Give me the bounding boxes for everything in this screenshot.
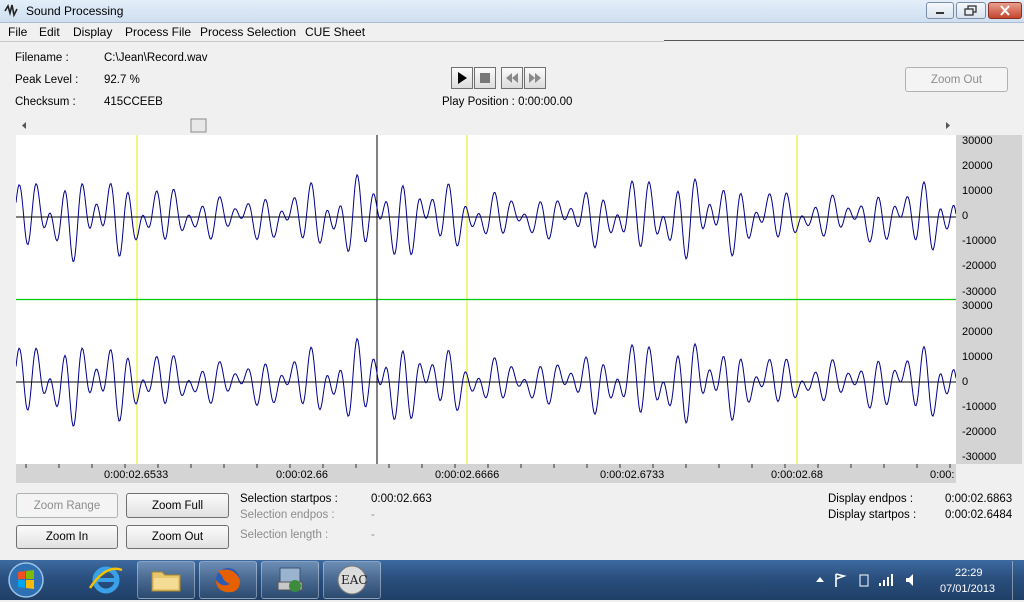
checksum-value: 415CCEEB bbox=[104, 96, 163, 108]
menu-process-selection[interactable]: Process Selection bbox=[200, 25, 296, 39]
display-start-value: 0:00:02.6484 bbox=[945, 509, 1013, 521]
time-tick-label: 0:00: bbox=[930, 469, 955, 481]
time-tick-label: 0:00:02.68 bbox=[771, 469, 823, 481]
zoom-in-button[interactable]: Zoom In bbox=[16, 525, 118, 549]
taskbar-ie[interactable] bbox=[78, 562, 134, 598]
y-tick-label: 20000 bbox=[962, 160, 993, 172]
y-tick-label: -30000 bbox=[962, 451, 997, 463]
clock-date[interactable]: 07/01/2013 bbox=[940, 583, 995, 595]
show-hidden-icons-icon bbox=[816, 577, 824, 582]
menu-separator-right bbox=[664, 40, 1024, 41]
display-start-label: Display startpos : bbox=[828, 509, 917, 521]
time-tick-label: 0:00:02.66 bbox=[276, 469, 328, 481]
time-tick-label: 0:00:02.6733 bbox=[600, 469, 665, 481]
display-end-label: Display endpos : bbox=[828, 493, 914, 505]
selection-end-value: - bbox=[371, 509, 375, 521]
menu-process-file[interactable]: Process File bbox=[125, 25, 191, 39]
checksum-label: Checksum : bbox=[15, 96, 76, 108]
action-center-flag-icon bbox=[835, 573, 847, 587]
y-tick-label: -20000 bbox=[962, 260, 997, 272]
zoom-full-button[interactable]: Zoom Full bbox=[126, 493, 229, 518]
scrollbar-track bbox=[22, 118, 950, 133]
title-bar: Sound Processing bbox=[0, 0, 1024, 23]
taskbar-explorer[interactable] bbox=[137, 561, 195, 599]
filename-label: Filename : bbox=[15, 52, 69, 64]
y-tick-label: 10000 bbox=[962, 351, 993, 363]
taskbar-firefox[interactable] bbox=[199, 561, 257, 599]
selection-start-value: 0:00:02.663 bbox=[371, 493, 432, 505]
taskbar-eac[interactable]: EAC bbox=[323, 561, 381, 599]
selection-length-label: Selection length : bbox=[240, 529, 329, 541]
restore-icon bbox=[964, 5, 977, 16]
maximize-button[interactable] bbox=[956, 2, 986, 19]
internet-explorer-icon bbox=[88, 566, 123, 594]
app-icon bbox=[4, 4, 18, 18]
show-desktop-button[interactable] bbox=[1012, 561, 1024, 600]
y-tick-label: 0 bbox=[962, 210, 969, 222]
windows-orb-icon bbox=[8, 562, 44, 598]
minimize-button[interactable] bbox=[926, 2, 954, 19]
menu-edit[interactable]: Edit bbox=[39, 25, 60, 39]
window-title: Sound Processing bbox=[26, 4, 124, 18]
clock-time[interactable]: 22:29 bbox=[955, 567, 983, 579]
time-tick-label: 0:00:02.6533 bbox=[104, 469, 169, 481]
stop-icon bbox=[480, 73, 490, 83]
rewind-icon bbox=[506, 73, 518, 83]
y-tick-label: 30000 bbox=[962, 135, 993, 147]
peak-level-label: Peak Level : bbox=[15, 74, 79, 86]
display-end-value: 0:00:02.6863 bbox=[945, 493, 1013, 505]
zoom-out-button[interactable]: Zoom Out bbox=[126, 525, 229, 549]
y-tick-label: -30000 bbox=[962, 286, 997, 298]
play-icon bbox=[458, 72, 467, 84]
horizontal-scrollbar[interactable] bbox=[16, 118, 956, 133]
removable-device-icon bbox=[859, 574, 869, 587]
folder-icon bbox=[151, 571, 181, 592]
volume-icon bbox=[906, 574, 913, 586]
time-tick-label: 0:00:02.6666 bbox=[435, 469, 500, 481]
peak-level-value: 92.7 % bbox=[104, 74, 140, 86]
close-button[interactable] bbox=[988, 2, 1022, 19]
y-tick-label: 10000 bbox=[962, 185, 993, 197]
close-icon bbox=[1000, 5, 1010, 16]
left-channel-waveform bbox=[15, 173, 957, 263]
installer-icon bbox=[277, 567, 303, 592]
menu-separator bbox=[0, 41, 664, 42]
y-tick-label: -10000 bbox=[962, 235, 997, 247]
y-tick-label: 0 bbox=[962, 376, 969, 388]
menu-cue-sheet[interactable]: CUE Sheet bbox=[305, 25, 365, 39]
play-position: Play Position : 0:00:00.00 bbox=[442, 96, 573, 108]
minimize-icon bbox=[936, 12, 944, 14]
y-tick-label: -20000 bbox=[962, 426, 997, 438]
network-signal-icon bbox=[879, 574, 893, 586]
taskbar-installer[interactable] bbox=[261, 561, 319, 599]
firefox-icon bbox=[216, 568, 240, 593]
filename-value: C:\Jean\Record.wav bbox=[104, 52, 208, 64]
zoom-out-top-button[interactable]: Zoom Out bbox=[905, 67, 1008, 92]
play-button[interactable] bbox=[451, 67, 473, 89]
selection-end-label: Selection endpos : bbox=[240, 509, 335, 521]
zoom-range-button[interactable]: Zoom Range bbox=[16, 493, 118, 518]
stop-button[interactable] bbox=[474, 67, 496, 89]
y-tick-label: 30000 bbox=[962, 300, 993, 312]
waveform-display[interactable] bbox=[15, 135, 957, 464]
start-button[interactable] bbox=[6, 561, 46, 599]
menu-display[interactable]: Display bbox=[73, 25, 112, 39]
y-tick-label: 20000 bbox=[962, 326, 993, 338]
waveform-canvas bbox=[15, 135, 957, 464]
menu-file[interactable]: File bbox=[8, 25, 27, 39]
rewind-button[interactable] bbox=[501, 67, 523, 89]
system-tray-icons[interactable] bbox=[810, 570, 920, 590]
eac-label: EAC bbox=[341, 573, 368, 587]
fast-forward-button[interactable] bbox=[524, 67, 546, 89]
fast-forward-icon bbox=[529, 73, 541, 83]
selection-start-label: Selection startpos : bbox=[240, 493, 338, 505]
y-tick-label: -10000 bbox=[962, 401, 997, 413]
selection-length-value: - bbox=[371, 529, 375, 541]
